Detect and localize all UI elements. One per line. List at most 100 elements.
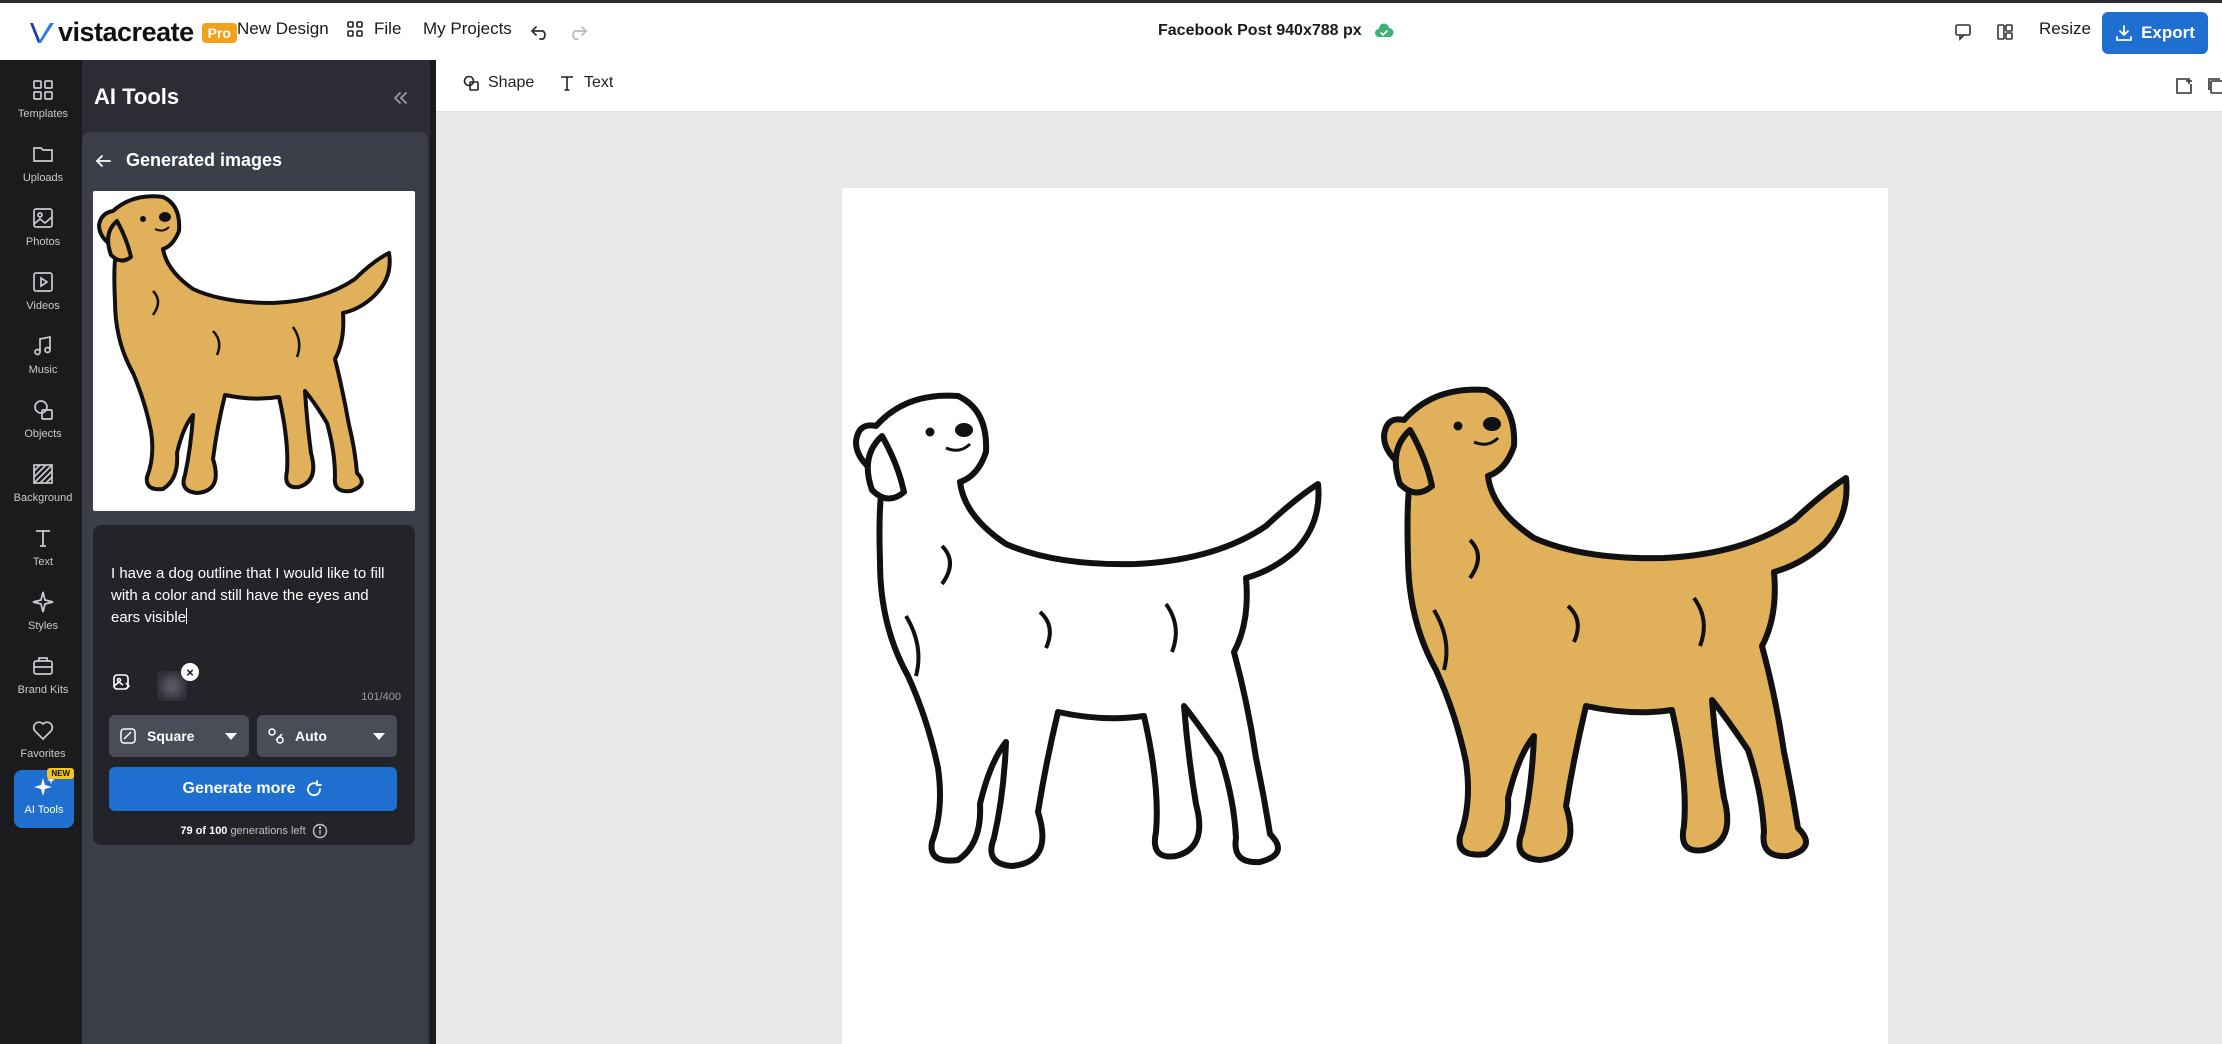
- add-page-icon: [2176, 78, 2192, 94]
- rail-label-music: Music: [28, 364, 58, 376]
- shape-tool-label: Shape: [488, 74, 535, 91]
- rail-item-objects[interactable]: Objects: [4, 394, 82, 454]
- generations-remaining: 79 of 100 generations left: [93, 823, 415, 839]
- image-reference-icon: [113, 674, 131, 690]
- rail-label-objects: Objects: [24, 428, 62, 440]
- aspect-ratio-dropdown[interactable]: Square: [109, 715, 249, 757]
- text-icon: [36, 530, 50, 547]
- generate-more-label: Generate more: [182, 780, 296, 797]
- section-title: Generated images: [126, 150, 283, 170]
- generate-more-button[interactable]: Generate more: [109, 767, 397, 811]
- outline-dog-image[interactable]: [846, 386, 1386, 898]
- refresh-icon: [307, 780, 323, 797]
- photos-icon: [33, 208, 53, 228]
- my-projects-button[interactable]: My Projects: [423, 19, 512, 39]
- rail-item-brand-kits[interactable]: Brand Kits: [4, 650, 82, 710]
- rail-label-background: Background: [13, 492, 73, 504]
- templates-icon: [33, 80, 53, 100]
- rail-label-photos: Photos: [25, 236, 61, 248]
- redo-button[interactable]: [565, 19, 591, 45]
- resize-button[interactable]: Resize: [2039, 19, 2091, 39]
- text-tool-button[interactable]: Text: [558, 74, 613, 92]
- text-tool-icon: [561, 76, 573, 91]
- collapse-panel-button[interactable]: [388, 86, 412, 110]
- rail-item-music[interactable]: Music: [4, 330, 82, 390]
- rail-item-templates[interactable]: Templates: [4, 74, 82, 134]
- rail-label-videos: Videos: [26, 300, 60, 312]
- text-tool-label: Text: [584, 74, 614, 91]
- document-title-text: Facebook Post 940x788 px: [1158, 22, 1362, 39]
- new-design-button[interactable]: New Design: [237, 19, 329, 39]
- music-icon: [34, 335, 51, 356]
- generated-image-thumbnail[interactable]: [93, 191, 415, 511]
- prompt-text[interactable]: I have a dog outline that I would like t…: [111, 563, 401, 629]
- styles-icon: [32, 591, 54, 613]
- file-menu-button[interactable]: File: [346, 19, 401, 39]
- rail-item-background[interactable]: Background: [4, 458, 82, 518]
- document-title[interactable]: Facebook Post 940x788 px: [1158, 22, 1394, 40]
- design-canvas[interactable]: [842, 188, 1888, 1044]
- comments-button[interactable]: [1950, 19, 1976, 45]
- close-icon: ×: [186, 664, 194, 680]
- remove-reference-button[interactable]: ×: [181, 663, 199, 681]
- chevron-down-icon: [373, 733, 385, 740]
- logo-mark-icon: [30, 22, 54, 43]
- add-reference-image-button[interactable]: [111, 671, 135, 695]
- rail-item-uploads[interactable]: Uploads: [4, 138, 82, 198]
- download-icon: [2116, 25, 2132, 41]
- rail-item-text[interactable]: Text: [4, 522, 82, 582]
- generated-images-card: Generated images I have a dog outline th…: [82, 132, 428, 1044]
- cloud-saved-icon: [1374, 23, 1394, 37]
- rail-label-templates: Templates: [17, 108, 69, 120]
- duplicate-page-button[interactable]: [2206, 76, 2222, 98]
- shape-icon: [463, 75, 479, 91]
- export-button[interactable]: Export: [2102, 12, 2208, 54]
- style-value: Auto: [295, 728, 327, 744]
- square-aspect-icon: [120, 728, 136, 744]
- yellow-dog-image: [97, 194, 392, 495]
- layout-icon: [1997, 24, 2013, 40]
- rail-item-photos[interactable]: Photos: [4, 202, 82, 262]
- rail-label-styles: Styles: [28, 620, 58, 632]
- character-count: 101/400: [361, 691, 401, 703]
- export-label: Export: [2141, 23, 2195, 42]
- left-nav-rail: Templates Uploads Photos Videos Music Ob…: [4, 60, 82, 1044]
- undo-button[interactable]: [527, 19, 553, 45]
- rail-label-brand-kits: Brand Kits: [17, 684, 69, 696]
- generations-suffix: generations left: [230, 825, 306, 837]
- rail-item-favorites[interactable]: Favorites: [4, 714, 82, 774]
- comment-icon: [1955, 24, 1971, 41]
- generated-images-header[interactable]: Generated images: [94, 150, 282, 171]
- logo-text: vistacreate: [58, 17, 194, 47]
- undo-icon: [531, 26, 546, 40]
- prompt-input[interactable]: I have a dog outline that I would like t…: [93, 525, 415, 845]
- rail-label-uploads: Uploads: [22, 172, 64, 184]
- vistacreate-logo[interactable]: vistacreate Pro: [28, 17, 237, 48]
- videos-icon: [33, 272, 53, 292]
- info-icon[interactable]: [312, 823, 328, 839]
- generations-used: 79 of 100: [180, 825, 228, 837]
- layout-button[interactable]: [1992, 19, 2018, 45]
- top-bar: vistacreate Pro New Design File My Proje…: [0, 0, 2222, 60]
- my-projects-label: My Projects: [423, 19, 512, 38]
- redo-icon: [572, 26, 587, 40]
- panel-title: AI Tools: [94, 84, 180, 109]
- rail-item-styles[interactable]: Styles: [4, 586, 82, 646]
- rail-item-videos[interactable]: Videos: [4, 266, 82, 326]
- objects-icon: [34, 400, 53, 420]
- favorites-icon: [32, 721, 54, 741]
- new-badge: NEW: [47, 768, 74, 779]
- duplicate-icon: [2208, 78, 2222, 94]
- element-toolbar: Shape Text: [436, 60, 2222, 112]
- resize-label: Resize: [2039, 19, 2091, 38]
- rail-label-favorites: Favorites: [20, 748, 66, 760]
- filled-dog-image[interactable]: [1374, 380, 1888, 898]
- style-dropdown[interactable]: Auto: [257, 715, 397, 757]
- uploads-icon: [33, 147, 53, 162]
- shape-tool-button[interactable]: Shape: [462, 74, 534, 92]
- double-chevron-left-icon: [394, 92, 407, 104]
- rail-item-ai-tools[interactable]: NEW AI Tools: [14, 768, 74, 828]
- file-label: File: [374, 19, 402, 38]
- add-page-button[interactable]: [2174, 76, 2196, 98]
- style-auto-icon: [268, 728, 284, 744]
